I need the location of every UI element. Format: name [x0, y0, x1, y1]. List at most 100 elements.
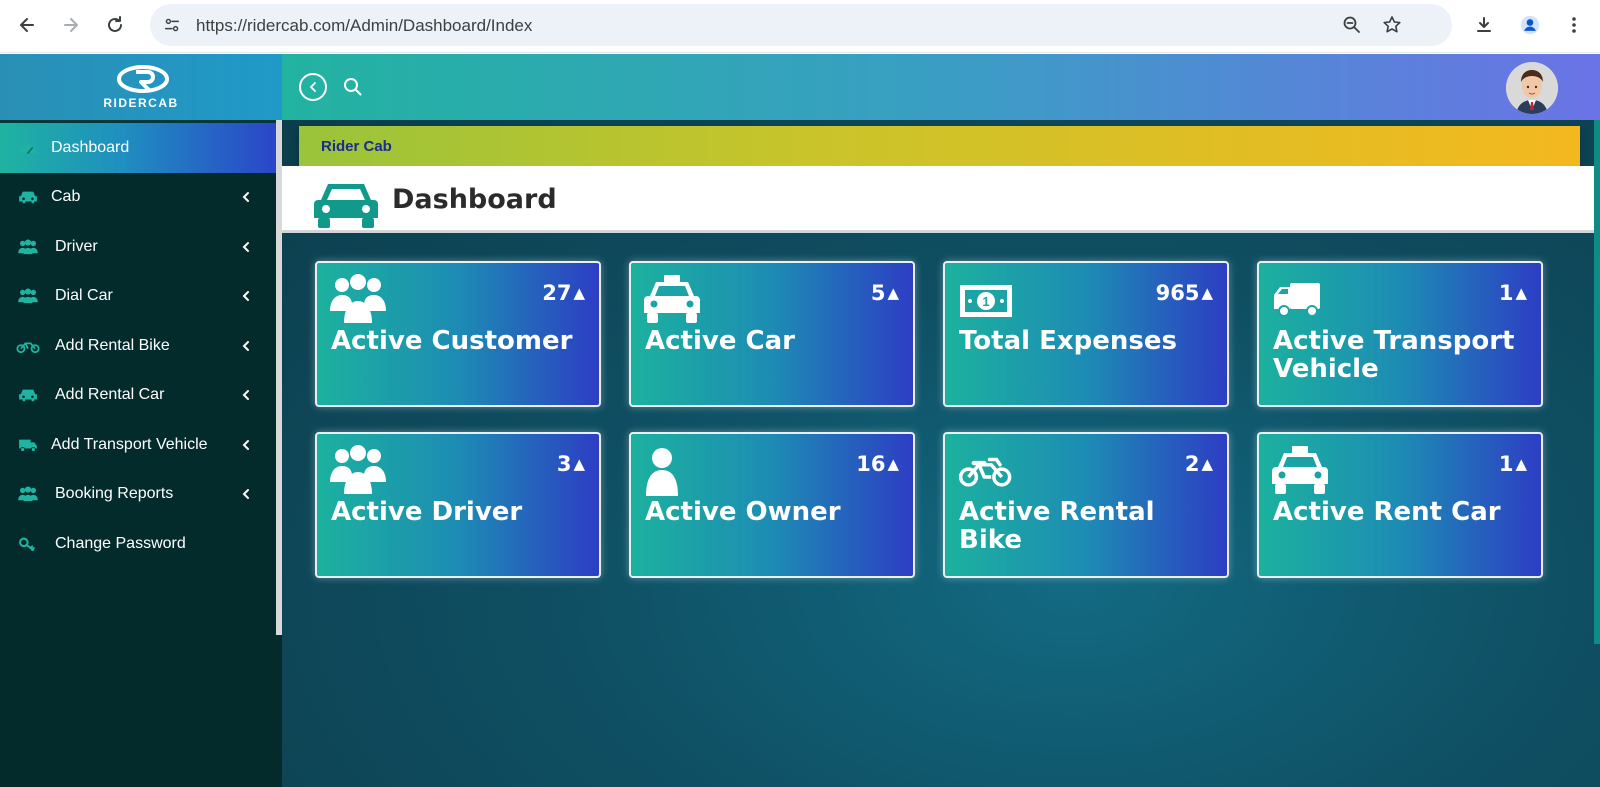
users-icon: [330, 274, 386, 323]
card-active-transport-vehicle[interactable]: 1 ▲ Active Transport Vehicle: [1257, 261, 1543, 407]
sidebar-item-dashboard[interactable]: Dashboard: [0, 123, 276, 173]
gauge-icon: [16, 139, 40, 157]
svg-text:1: 1: [982, 294, 989, 309]
triangle-up-icon: ▲: [1201, 284, 1213, 302]
sidebar-item-label: Add Transport Vehicle: [51, 435, 208, 453]
chevron-left-icon: [242, 291, 249, 302]
card-total-expenses[interactable]: 1 965 ▲ Total Expenses: [943, 261, 1229, 407]
site-settings-icon[interactable]: [160, 13, 184, 37]
users-icon: [16, 238, 40, 256]
triangle-up-icon: ▲: [887, 284, 899, 302]
sidebar-item-label: Dashboard: [51, 138, 130, 156]
sidebar-item-booking-reports[interactable]: Booking Reports: [0, 470, 276, 520]
user-icon: [646, 448, 678, 496]
card-count: 1 ▲: [1498, 281, 1527, 305]
download-icon[interactable]: [1468, 9, 1500, 41]
money-icon: 1: [960, 285, 1012, 317]
sidebar-toggle-button[interactable]: [299, 73, 327, 101]
chevron-left-icon: [309, 82, 316, 92]
triangle-up-icon: ▲: [1515, 284, 1527, 302]
bike-icon: [16, 337, 40, 355]
card-label: Total Expenses: [959, 326, 1177, 356]
card-active-customer[interactable]: 27 ▲ Active Customer: [315, 261, 601, 407]
truck-icon: [16, 436, 40, 454]
main-content: Rider Cab Dashboard 27▲ Active Customer: [282, 120, 1600, 787]
card-label: Active Rent Car: [1273, 497, 1501, 527]
sidebar-item-label: Booking Reports: [55, 485, 174, 503]
chevron-left-icon: [242, 241, 249, 252]
card-label: Active Car: [645, 326, 795, 356]
triangle-up-icon: ▲: [887, 455, 899, 473]
zoom-icon[interactable]: [1340, 13, 1364, 37]
users-icon: [330, 445, 386, 494]
chevron-left-icon: [242, 340, 249, 351]
car-icon: [314, 184, 378, 228]
chevron-left-icon: [242, 390, 249, 401]
card-count: 2 ▲: [1184, 452, 1213, 476]
logo-area[interactable]: RIDERCAB: [0, 54, 282, 120]
search-icon[interactable]: [342, 76, 364, 98]
profile-icon[interactable]: [1514, 9, 1546, 41]
card-label: Active Transport Vehicle: [1273, 326, 1515, 384]
triangle-up-icon: ▲: [573, 284, 585, 302]
url-text[interactable]: https://ridercab.com/Admin/Dashboard/Ind…: [196, 16, 532, 36]
taxi-icon: [644, 275, 700, 323]
triangle-up-icon: ▲: [573, 455, 585, 473]
card-active-rent-car[interactable]: 1 ▲ Active Rent Car: [1257, 432, 1543, 578]
page-title-panel: Dashboard: [282, 166, 1594, 233]
card-active-driver[interactable]: 3 ▲ Active Driver: [315, 432, 601, 578]
logo-text: RIDERCAB: [103, 96, 179, 110]
avatar[interactable]: [1506, 62, 1558, 114]
card-label: Active Customer: [331, 326, 573, 356]
breadcrumb-link[interactable]: Rider Cab: [321, 138, 392, 155]
browser-toolbar: https://ridercab.com/Admin/Dashboard/Ind…: [0, 0, 1600, 53]
sidebar-item-dial-car[interactable]: Dial Car: [0, 272, 276, 322]
car-icon: [16, 386, 40, 404]
back-arrow-icon[interactable]: [11, 9, 43, 41]
users-icon: [16, 485, 40, 503]
reload-icon[interactable]: [99, 9, 131, 41]
taxi-icon: [1272, 446, 1328, 494]
motorcycle-icon: [958, 457, 1012, 487]
card-count: 27 ▲: [542, 281, 585, 305]
card-active-rental-bike[interactable]: 2 ▲ Active Rental Bike: [943, 432, 1229, 578]
card-count: 1 ▲: [1498, 452, 1527, 476]
sidebar-item-label: Cab: [51, 188, 81, 206]
ridercab-logo[interactable]: RIDERCAB: [86, 62, 196, 112]
users-icon: [16, 287, 40, 305]
chevron-left-icon: [242, 192, 249, 203]
card-count: 16 ▲: [856, 452, 899, 476]
card-active-owner[interactable]: 16 ▲ Active Owner: [629, 432, 915, 578]
top-header: [282, 54, 1600, 120]
sidebar-item-change-password[interactable]: Change Password: [0, 519, 276, 569]
chevron-left-icon: [242, 489, 249, 500]
forward-arrow-icon[interactable]: [55, 9, 87, 41]
breadcrumb: Rider Cab: [299, 126, 1580, 166]
card-label: Active Owner: [645, 497, 841, 527]
card-count: 3 ▲: [556, 452, 585, 476]
more-vert-icon[interactable]: [1558, 9, 1590, 41]
sidebar-item-label: Add Rental Car: [55, 386, 165, 404]
card-count: 5 ▲: [870, 281, 899, 305]
sidebar-item-add-rental-bike[interactable]: Add Rental Bike: [0, 321, 276, 371]
sidebar-item-add-transport-vehicle[interactable]: Add Transport Vehicle: [0, 420, 276, 470]
card-label: Active Rental Bike: [959, 497, 1155, 555]
address-bar[interactable]: https://ridercab.com/Admin/Dashboard/Ind…: [150, 4, 1452, 46]
bookmark-star-icon[interactable]: [1380, 13, 1404, 37]
content-scrollbar[interactable]: [1594, 120, 1600, 644]
chevron-left-icon: [242, 439, 249, 450]
car-icon: [16, 188, 40, 206]
page-title: Dashboard: [392, 184, 557, 215]
truck-icon: [1274, 283, 1320, 317]
sidebar-item-label: Add Rental Bike: [55, 336, 170, 354]
card-active-car[interactable]: 5 ▲ Active Car: [629, 261, 915, 407]
sidebar: RIDERCAB Dashboard Cab Driver Dial Car A…: [0, 54, 282, 787]
triangle-up-icon: ▲: [1515, 455, 1527, 473]
card-label: Active Driver: [331, 497, 523, 527]
sidebar-item-cab[interactable]: Cab: [0, 173, 276, 223]
sidebar-item-label: Driver: [55, 237, 98, 255]
sidebar-item-add-rental-car[interactable]: Add Rental Car: [0, 371, 276, 421]
card-count: 965 ▲: [1155, 281, 1213, 305]
triangle-up-icon: ▲: [1201, 455, 1213, 473]
sidebar-item-driver[interactable]: Driver: [0, 222, 276, 272]
